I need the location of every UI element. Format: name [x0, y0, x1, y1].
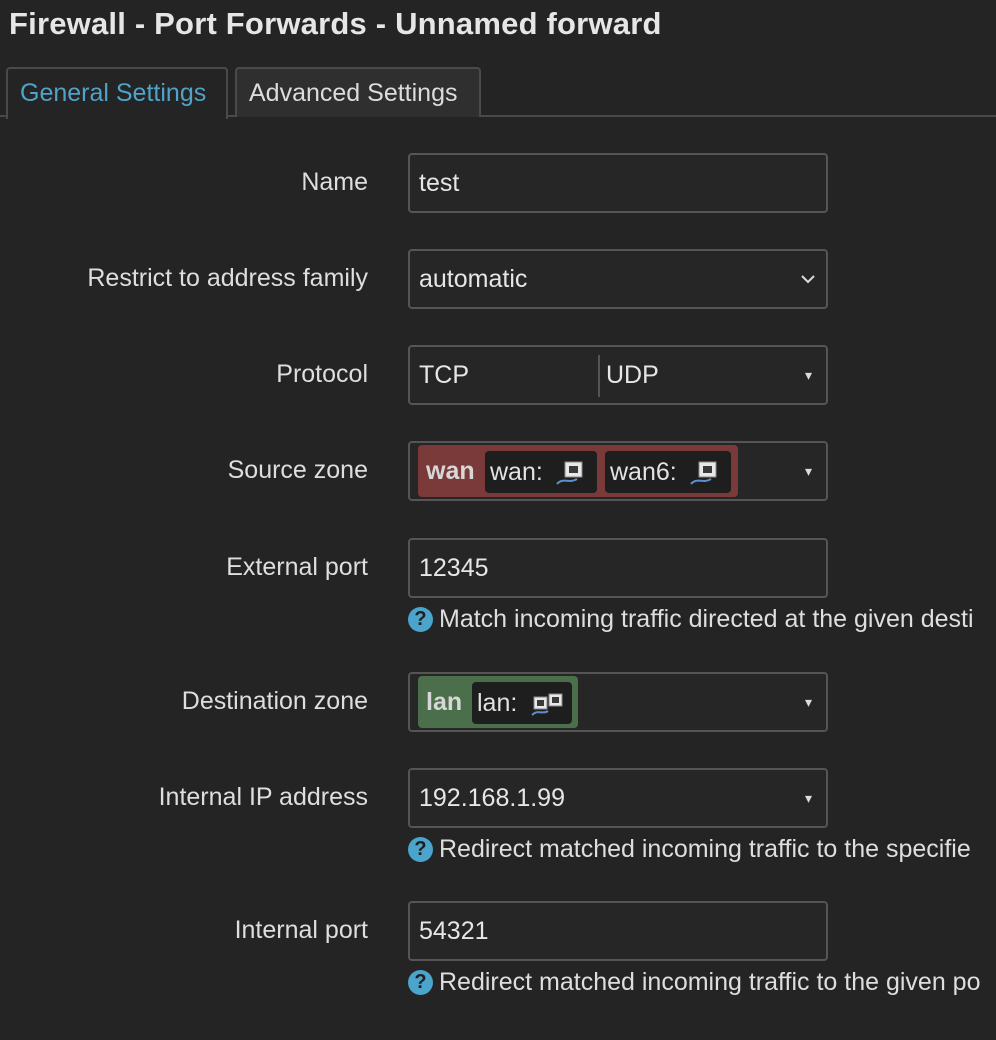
internal-port-input[interactable]: 54321: [408, 901, 828, 961]
protocol-separator: [598, 355, 600, 397]
internal-port-label: Internal port: [234, 916, 368, 944]
family-select[interactable]: automatic: [408, 249, 828, 309]
network-chip-wan: wan:: [485, 451, 597, 493]
network-interface-icon: [556, 461, 583, 485]
zone-name-wan: wan: [426, 457, 475, 485]
dest-zone-dropdown[interactable]: lan lan: ▾: [408, 672, 828, 732]
tab-advanced-settings[interactable]: Advanced Settings: [235, 67, 481, 117]
network-bridge-icon: [531, 693, 563, 716]
internal-ip-dropdown[interactable]: 192.168.1.99 ▾: [408, 768, 828, 828]
internal-ip-help: ? Redirect matched incoming traffic to th…: [408, 835, 971, 864]
zone-badge-lan: lan lan:: [418, 676, 578, 728]
dropdown-caret-icon: ▾: [804, 463, 812, 479]
port-forward-edit-page: Firewall - Port Forwards - Unnamed forwa…: [0, 0, 996, 1040]
name-label: Name: [301, 168, 368, 196]
protocol-label: Protocol: [276, 360, 368, 388]
internal-port-value: 54321: [419, 917, 489, 945]
chevron-down-icon: [801, 275, 815, 284]
name-input-value: test: [419, 169, 460, 197]
source-zone-dropdown[interactable]: wan wan: wan6: ▾: [408, 441, 828, 501]
network-chip-lan: lan:: [472, 682, 572, 724]
tab-general-settings[interactable]: General Settings: [6, 67, 228, 119]
help-icon: ?: [408, 837, 433, 862]
external-port-help: ? Match incoming traffic directed at the …: [408, 605, 974, 634]
protocol-dropdown[interactable]: TCP UDP ▾: [408, 345, 828, 405]
internal-port-help-text: Redirect matched incoming traffic to the…: [439, 968, 981, 996]
network-interface-icon: [690, 461, 717, 485]
dropdown-caret-icon: ▾: [804, 694, 812, 710]
page-title: Firewall - Port Forwards - Unnamed forwa…: [9, 6, 662, 41]
internal-ip-label: Internal IP address: [158, 783, 368, 811]
protocol-value-udp: UDP: [606, 361, 659, 389]
dropdown-caret-icon: ▾: [804, 790, 812, 806]
internal-port-help: ? Redirect matched incoming traffic to th…: [408, 968, 981, 997]
name-input[interactable]: test: [408, 153, 828, 213]
family-label: Restrict to address family: [87, 264, 368, 292]
help-icon: ?: [408, 970, 433, 995]
network-chip-wan6: wan6:: [605, 451, 731, 493]
external-port-label: External port: [226, 553, 368, 581]
dropdown-caret-icon: ▾: [804, 367, 812, 383]
network-label-wan: wan:: [490, 458, 543, 486]
network-label-lan: lan:: [477, 689, 518, 717]
source-zone-label: Source zone: [227, 456, 368, 484]
external-port-input[interactable]: 12345: [408, 538, 828, 598]
network-label-wan6: wan6:: [610, 458, 677, 486]
external-port-value: 12345: [419, 554, 489, 582]
tab-bar: General Settings Advanced Settings: [0, 66, 996, 119]
family-select-value: automatic: [419, 265, 528, 293]
zone-name-lan: lan: [426, 688, 463, 716]
internal-ip-help-text: Redirect matched incoming traffic to the…: [439, 835, 971, 863]
protocol-value-tcp: TCP: [419, 361, 469, 389]
zone-badge-wan: wan wan: wan6:: [418, 445, 738, 497]
help-icon: ?: [408, 607, 433, 632]
external-port-help-text: Match incoming traffic directed at the g…: [439, 605, 974, 633]
internal-ip-value: 192.168.1.99: [419, 784, 565, 812]
dest-zone-label: Destination zone: [181, 687, 368, 715]
